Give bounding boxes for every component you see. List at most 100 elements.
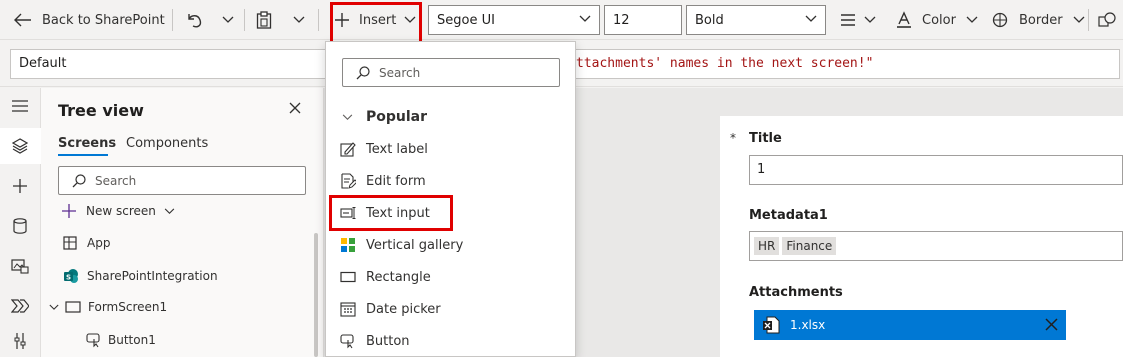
tree-search-input[interactable]: Search: [58, 166, 306, 195]
tree-item-label: FormScreen1: [88, 300, 168, 314]
border-button[interactable]: Border: [992, 0, 1085, 40]
undo-icon: [188, 14, 202, 28]
insert-item-date-picker[interactable]: Date picker: [340, 297, 441, 321]
paste-dropdown-button[interactable]: [293, 0, 305, 40]
metadata-field[interactable]: HR Finance: [749, 231, 1123, 261]
undo-button[interactable]: [185, 0, 203, 40]
color-label: Color: [922, 12, 956, 28]
close-icon[interactable]: [1045, 318, 1058, 331]
back-to-sharepoint-button[interactable]: Back to SharePoint: [14, 0, 165, 40]
power-automate-rail-button[interactable]: [5, 291, 35, 321]
reorder-button[interactable]: [1098, 0, 1116, 40]
insert-item-text-input[interactable]: Text input: [340, 201, 430, 225]
data-rail-button[interactable]: [5, 211, 35, 241]
chevron-down-icon: [805, 15, 817, 22]
chevron-down-icon: [293, 16, 305, 23]
attachment-item[interactable]: 1.xlsx: [754, 310, 1066, 340]
font-size-input[interactable]: 12: [604, 5, 682, 35]
property-select[interactable]: Default: [10, 49, 328, 79]
align-button[interactable]: [840, 0, 876, 40]
insert-item-button[interactable]: Button: [340, 329, 410, 353]
toolbar-divider: [318, 9, 319, 31]
new-screen-label: New screen: [86, 204, 156, 218]
chevron-down-icon: [342, 113, 353, 120]
edit-form-icon: [341, 173, 356, 189]
border-label: Border: [1019, 12, 1063, 28]
new-screen-button[interactable]: New screen: [62, 204, 175, 218]
tree-search-placeholder: Search: [95, 174, 137, 188]
font-weight-select[interactable]: Bold: [686, 5, 826, 35]
hamburger-menu-button[interactable]: [5, 91, 35, 121]
toolbar-divider: [172, 9, 173, 31]
active-tab-indicator: [58, 154, 108, 156]
property-value: Default: [19, 56, 67, 71]
layers-icon: [12, 138, 28, 154]
plus-icon: [13, 179, 27, 193]
tree-view-panel: Tree view Screens Components Search New …: [41, 88, 324, 357]
font-family-select[interactable]: Segoe UI: [428, 5, 600, 35]
database-icon: [13, 218, 27, 234]
button-control-icon: [86, 333, 100, 348]
font-color-icon: [897, 11, 911, 28]
media-rail-button[interactable]: [5, 251, 35, 281]
chevron-down-icon: [49, 304, 59, 310]
back-arrow-icon: [14, 13, 31, 27]
undo-dropdown-button[interactable]: [222, 0, 234, 40]
tree-item-label: App: [87, 236, 111, 250]
chevron-down-icon: [966, 16, 978, 23]
title-value: 1: [757, 162, 766, 177]
tab-screens[interactable]: Screens: [58, 136, 116, 151]
media-icon: [11, 259, 29, 274]
back-label: Back to SharePoint: [42, 12, 165, 28]
tree-item-label: SharePointIntegration: [87, 269, 218, 283]
insert-item-label: Date picker: [366, 301, 441, 317]
title-field[interactable]: 1: [749, 155, 1123, 185]
tab-components[interactable]: Components: [126, 136, 208, 151]
toolbar-divider: [244, 9, 245, 31]
reorder-icon: [1098, 12, 1116, 27]
insert-item-rectangle[interactable]: Rectangle: [340, 265, 431, 289]
attachment-filename: 1.xlsx: [790, 318, 826, 332]
insert-item-label: Vertical gallery: [366, 237, 464, 253]
paste-button[interactable]: [256, 0, 272, 40]
rectangle-icon: [340, 271, 356, 283]
tree-scrollbar[interactable]: [314, 233, 318, 357]
advanced-tools-rail-button[interactable]: [5, 326, 35, 356]
insert-rail-button[interactable]: [5, 171, 35, 201]
close-tree-view-button[interactable]: [289, 102, 301, 118]
sharepoint-icon: S: [64, 269, 78, 283]
search-icon: [356, 66, 370, 80]
chevron-down-icon: [164, 207, 175, 214]
insert-menu: Search Popular Text label Edit form Text…: [325, 41, 576, 357]
toolbar-divider: [1088, 9, 1089, 31]
insert-search-placeholder: Search: [379, 66, 421, 80]
chevron-down-icon: [1073, 16, 1085, 23]
tree-item-formscreen1[interactable]: FormScreen1: [49, 300, 167, 314]
font-weight-value: Bold: [695, 12, 724, 28]
plus-icon: [62, 204, 76, 218]
color-button[interactable]: Color: [896, 0, 978, 40]
insert-item-text-label[interactable]: Text label: [340, 137, 428, 161]
metadata-tag[interactable]: HR: [754, 237, 780, 255]
insert-button[interactable]: Insert: [334, 0, 416, 40]
metadata-tag[interactable]: Finance: [782, 237, 837, 255]
metadata-label: Metadata1: [749, 208, 828, 223]
app-icon: [63, 236, 77, 250]
chevron-down-icon: [404, 16, 416, 23]
left-rail: [0, 88, 41, 357]
insert-item-edit-form[interactable]: Edit form: [340, 169, 426, 193]
popular-section-header[interactable]: Popular: [342, 109, 427, 125]
tree-item-sharepointintegration[interactable]: S SharePointIntegration: [63, 268, 218, 284]
insert-item-label: Text label: [366, 141, 428, 157]
tree-view-title: Tree view: [58, 101, 144, 120]
text-input-icon: [340, 207, 356, 219]
insert-item-label: Rectangle: [366, 269, 431, 285]
tree-item-app[interactable]: App: [63, 236, 110, 250]
attachments-label: Attachments: [749, 285, 843, 300]
insert-search-input[interactable]: Search: [342, 58, 560, 87]
insert-item-vertical-gallery[interactable]: Vertical gallery: [340, 233, 463, 257]
tree-item-button1[interactable]: Button1: [86, 332, 156, 348]
plus-icon: [335, 13, 349, 27]
insert-item-label: Edit form: [366, 173, 426, 189]
tree-view-rail-button[interactable]: [5, 131, 35, 161]
